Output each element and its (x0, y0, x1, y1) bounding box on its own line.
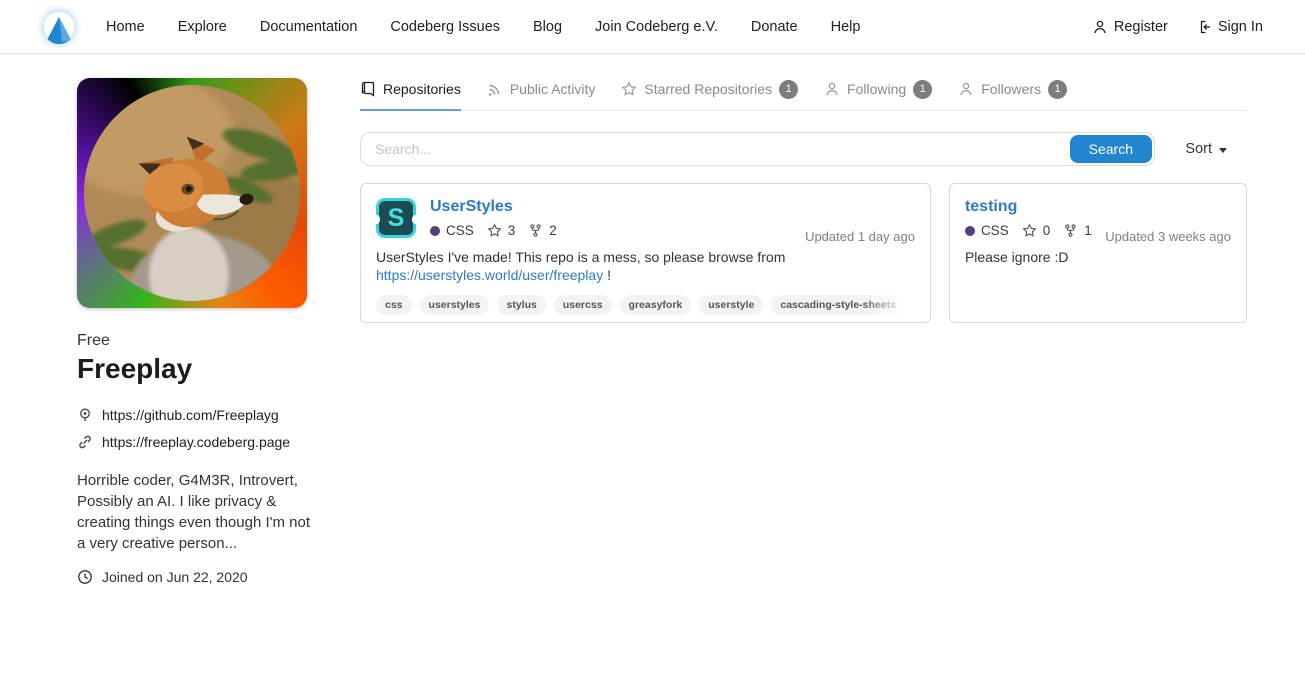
profile-main: Repositories Public Activity Starred Rep… (360, 78, 1247, 323)
person-icon (1092, 19, 1108, 35)
tab-public-activity-label: Public Activity (510, 81, 596, 97)
main-nav: Home Explore Documentation Codeberg Issu… (106, 19, 860, 35)
repo-description: Please ignore :D (965, 248, 1231, 266)
topic-tag[interactable]: stylus (497, 295, 545, 315)
topic-tag[interactable]: userstyles (420, 295, 490, 315)
star-count: 0 (1043, 223, 1051, 238)
topic-tag[interactable]: userstyle (699, 295, 763, 315)
repo-description-link[interactable]: https://userstyles.world/user/freeplay (376, 267, 603, 283)
profile-avatar-photo (84, 85, 300, 301)
topic-tag[interactable]: usercss (554, 295, 612, 315)
repo-avatar-stylus[interactable]: S (376, 198, 416, 238)
nav-codeberg-issues[interactable]: Codeberg Issues (390, 19, 500, 35)
person-icon (824, 81, 840, 97)
top-navbar: Home Explore Documentation Codeberg Issu… (0, 0, 1305, 54)
profile-location-row: https://github.com/Freeplayg (77, 407, 313, 423)
star-icon (1022, 223, 1037, 238)
tab-repositories-label: Repositories (383, 81, 461, 97)
sign-in-button[interactable]: Sign In (1196, 19, 1263, 35)
chevron-down-icon (1219, 148, 1227, 153)
repo-card-userstyles: S UserStyles CSS 3 (360, 183, 931, 323)
repo-card-testing: testing CSS 0 1 Updated 3 weeks ago Plea… (949, 183, 1247, 323)
language-label: CSS (981, 223, 1009, 238)
followers-count-badge: 1 (1048, 80, 1067, 99)
nav-home[interactable]: Home (106, 19, 145, 35)
register-button[interactable]: Register (1092, 19, 1168, 35)
git-fork-icon (1063, 223, 1078, 238)
repo-topics: css userstyles stylus usercss greasyfork… (376, 295, 915, 315)
nav-donate[interactable]: Donate (751, 19, 798, 35)
tab-starred-label: Starred Repositories (644, 81, 772, 97)
tab-following-label: Following (847, 81, 906, 97)
nav-help[interactable]: Help (831, 19, 861, 35)
profile-avatar[interactable] (77, 78, 307, 308)
repo-stats: CSS 3 2 (430, 223, 564, 238)
profile-bio: Horrible coder, G4M3R, Introvert, Possib… (77, 470, 313, 554)
fork-count: 1 (1084, 223, 1092, 238)
profile-tabs: Repositories Public Activity Starred Rep… (360, 78, 1247, 111)
repo-description-text: UserStyles I've made! This repo is a mes… (376, 249, 785, 265)
rss-icon (487, 81, 503, 97)
sort-label: Sort (1185, 141, 1212, 157)
topic-tag[interactable]: css (376, 295, 412, 315)
clock-icon (77, 569, 93, 585)
language-dot-css (430, 226, 440, 236)
language-dot-css (965, 226, 975, 236)
tab-followers-label: Followers (981, 81, 1041, 97)
auth-links: Register Sign In (1092, 19, 1263, 35)
profile-joined-text: Joined on Jun 22, 2020 (102, 569, 248, 585)
link-icon (77, 434, 93, 450)
topic-tag[interactable]: greasyfork (620, 295, 692, 315)
language-label: CSS (446, 223, 474, 238)
following-count-badge: 1 (913, 80, 932, 99)
sign-in-icon (1196, 19, 1212, 35)
repo-link-testing[interactable]: testing (965, 198, 1017, 216)
repo-description-text: Please ignore :D (965, 249, 1069, 265)
repo-updated-time: Updated 3 weeks ago (1105, 229, 1231, 244)
topic-tag[interactable]: cascading-style-sheets (771, 295, 905, 315)
tab-repositories[interactable]: Repositories (360, 78, 461, 111)
person-icon (958, 81, 974, 97)
fork-count: 2 (549, 223, 557, 238)
repo-search-input[interactable] (361, 133, 1068, 165)
git-fork-icon (528, 223, 543, 238)
tab-followers[interactable]: Followers 1 (958, 78, 1067, 110)
stylus-logo-letter: S (388, 204, 405, 233)
repo-icon (360, 81, 376, 97)
register-label: Register (1114, 19, 1168, 35)
fox-photo (84, 85, 300, 301)
repo-updated-time: Updated 1 day ago (805, 229, 915, 244)
repo-search-group: Search (360, 132, 1155, 166)
profile-username: Freeplay (77, 353, 313, 385)
star-icon (487, 223, 502, 238)
repo-list: S UserStyles CSS 3 (360, 183, 1247, 323)
profile-joined-row: Joined on Jun 22, 2020 (77, 569, 313, 585)
repo-search-row: Search Sort (360, 132, 1247, 166)
star-count: 3 (508, 223, 516, 238)
sign-in-label: Sign In (1218, 19, 1263, 35)
nav-blog[interactable]: Blog (533, 19, 562, 35)
repo-description: UserStyles I've made! This repo is a mes… (376, 248, 915, 284)
sort-dropdown[interactable]: Sort (1185, 141, 1227, 157)
tab-starred-repositories[interactable]: Starred Repositories 1 (621, 78, 798, 110)
nav-documentation[interactable]: Documentation (260, 19, 358, 35)
location-pin-icon (77, 407, 93, 423)
profile-website-link[interactable]: https://freeplay.codeberg.page (102, 434, 290, 450)
codeberg-logo-icon[interactable] (42, 10, 76, 44)
nav-join-codeberg[interactable]: Join Codeberg e.V. (595, 19, 718, 35)
repo-description-suffix: ! (607, 267, 611, 283)
profile-display-name: Free (77, 332, 313, 350)
nav-explore[interactable]: Explore (178, 19, 227, 35)
search-button[interactable]: Search (1070, 135, 1152, 163)
repo-link-userstyles[interactable]: UserStyles (430, 198, 513, 216)
tab-public-activity[interactable]: Public Activity (487, 78, 596, 110)
tab-following[interactable]: Following 1 (824, 78, 932, 110)
profile-location-text[interactable]: https://github.com/Freeplayg (102, 407, 279, 423)
star-icon (621, 81, 637, 97)
profile-sidebar: Free Freeplay https://github.com/Freepla… (77, 78, 313, 585)
profile-website-row: https://freeplay.codeberg.page (77, 434, 313, 450)
starred-count-badge: 1 (779, 80, 798, 99)
